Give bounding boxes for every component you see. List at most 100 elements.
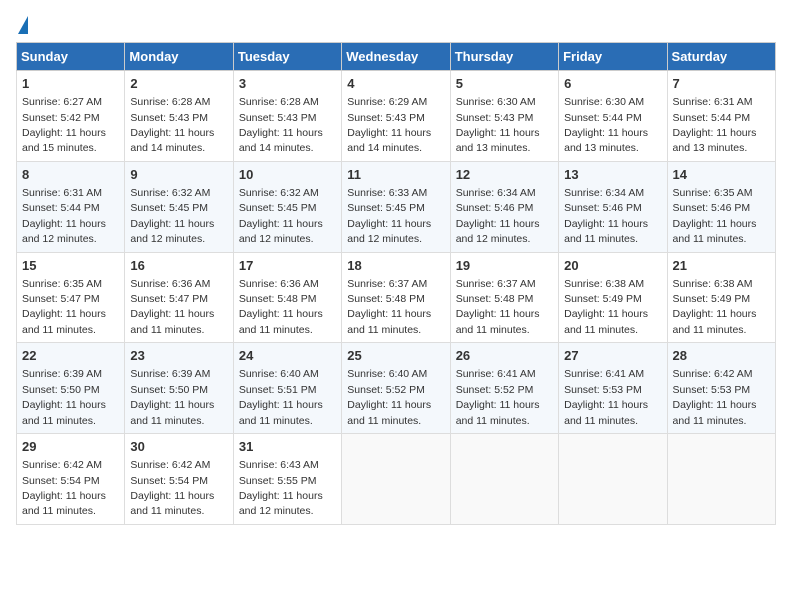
day-cell: 25 Sunrise: 6:40 AMSunset: 5:52 PMDaylig… — [342, 343, 450, 434]
day-cell: 23 Sunrise: 6:39 AMSunset: 5:50 PMDaylig… — [125, 343, 233, 434]
day-info: Sunrise: 6:42 AMSunset: 5:54 PMDaylight:… — [130, 459, 214, 517]
logo-triangle-icon — [18, 16, 28, 34]
day-info: Sunrise: 6:39 AMSunset: 5:50 PMDaylight:… — [130, 368, 214, 426]
day-info: Sunrise: 6:28 AMSunset: 5:43 PMDaylight:… — [130, 96, 214, 154]
day-cell — [342, 434, 450, 525]
day-number: 14 — [673, 166, 770, 184]
day-cell: 26 Sunrise: 6:41 AMSunset: 5:52 PMDaylig… — [450, 343, 558, 434]
day-number: 12 — [456, 166, 553, 184]
day-number: 9 — [130, 166, 227, 184]
header-cell-friday: Friday — [559, 43, 667, 71]
day-cell: 22 Sunrise: 6:39 AMSunset: 5:50 PMDaylig… — [17, 343, 125, 434]
day-number: 11 — [347, 166, 444, 184]
header-row: SundayMondayTuesdayWednesdayThursdayFrid… — [17, 43, 776, 71]
day-info: Sunrise: 6:35 AMSunset: 5:47 PMDaylight:… — [22, 278, 106, 336]
day-info: Sunrise: 6:36 AMSunset: 5:47 PMDaylight:… — [130, 278, 214, 336]
day-info: Sunrise: 6:34 AMSunset: 5:46 PMDaylight:… — [564, 187, 648, 245]
day-number: 18 — [347, 257, 444, 275]
day-cell: 28 Sunrise: 6:42 AMSunset: 5:53 PMDaylig… — [667, 343, 775, 434]
day-cell: 15 Sunrise: 6:35 AMSunset: 5:47 PMDaylig… — [17, 252, 125, 343]
day-cell: 20 Sunrise: 6:38 AMSunset: 5:49 PMDaylig… — [559, 252, 667, 343]
day-info: Sunrise: 6:43 AMSunset: 5:55 PMDaylight:… — [239, 459, 323, 517]
day-cell: 12 Sunrise: 6:34 AMSunset: 5:46 PMDaylig… — [450, 161, 558, 252]
day-number: 23 — [130, 347, 227, 365]
day-info: Sunrise: 6:42 AMSunset: 5:53 PMDaylight:… — [673, 368, 757, 426]
day-info: Sunrise: 6:34 AMSunset: 5:46 PMDaylight:… — [456, 187, 540, 245]
week-row-5: 29 Sunrise: 6:42 AMSunset: 5:54 PMDaylig… — [17, 434, 776, 525]
day-cell: 4 Sunrise: 6:29 AMSunset: 5:43 PMDayligh… — [342, 71, 450, 162]
day-info: Sunrise: 6:37 AMSunset: 5:48 PMDaylight:… — [347, 278, 431, 336]
day-number: 24 — [239, 347, 336, 365]
day-info: Sunrise: 6:42 AMSunset: 5:54 PMDaylight:… — [22, 459, 106, 517]
day-cell — [667, 434, 775, 525]
day-info: Sunrise: 6:37 AMSunset: 5:48 PMDaylight:… — [456, 278, 540, 336]
day-number: 13 — [564, 166, 661, 184]
calendar-table: SundayMondayTuesdayWednesdayThursdayFrid… — [16, 42, 776, 525]
day-info: Sunrise: 6:41 AMSunset: 5:52 PMDaylight:… — [456, 368, 540, 426]
day-number: 22 — [22, 347, 119, 365]
day-info: Sunrise: 6:36 AMSunset: 5:48 PMDaylight:… — [239, 278, 323, 336]
day-cell — [450, 434, 558, 525]
day-cell: 27 Sunrise: 6:41 AMSunset: 5:53 PMDaylig… — [559, 343, 667, 434]
day-number: 4 — [347, 75, 444, 93]
day-cell: 8 Sunrise: 6:31 AMSunset: 5:44 PMDayligh… — [17, 161, 125, 252]
day-number: 21 — [673, 257, 770, 275]
calendar-body: 1 Sunrise: 6:27 AMSunset: 5:42 PMDayligh… — [17, 71, 776, 525]
day-cell: 31 Sunrise: 6:43 AMSunset: 5:55 PMDaylig… — [233, 434, 341, 525]
day-cell — [559, 434, 667, 525]
day-cell: 11 Sunrise: 6:33 AMSunset: 5:45 PMDaylig… — [342, 161, 450, 252]
header-cell-tuesday: Tuesday — [233, 43, 341, 71]
header-cell-sunday: Sunday — [17, 43, 125, 71]
day-cell: 17 Sunrise: 6:36 AMSunset: 5:48 PMDaylig… — [233, 252, 341, 343]
day-number: 6 — [564, 75, 661, 93]
day-info: Sunrise: 6:40 AMSunset: 5:51 PMDaylight:… — [239, 368, 323, 426]
day-cell: 21 Sunrise: 6:38 AMSunset: 5:49 PMDaylig… — [667, 252, 775, 343]
day-number: 30 — [130, 438, 227, 456]
day-number: 10 — [239, 166, 336, 184]
day-number: 5 — [456, 75, 553, 93]
day-cell: 2 Sunrise: 6:28 AMSunset: 5:43 PMDayligh… — [125, 71, 233, 162]
day-number: 19 — [456, 257, 553, 275]
day-number: 29 — [22, 438, 119, 456]
day-number: 31 — [239, 438, 336, 456]
day-info: Sunrise: 6:38 AMSunset: 5:49 PMDaylight:… — [673, 278, 757, 336]
day-info: Sunrise: 6:28 AMSunset: 5:43 PMDaylight:… — [239, 96, 323, 154]
day-info: Sunrise: 6:33 AMSunset: 5:45 PMDaylight:… — [347, 187, 431, 245]
week-row-4: 22 Sunrise: 6:39 AMSunset: 5:50 PMDaylig… — [17, 343, 776, 434]
day-cell: 16 Sunrise: 6:36 AMSunset: 5:47 PMDaylig… — [125, 252, 233, 343]
page-header — [16, 16, 776, 34]
day-info: Sunrise: 6:40 AMSunset: 5:52 PMDaylight:… — [347, 368, 431, 426]
day-cell: 13 Sunrise: 6:34 AMSunset: 5:46 PMDaylig… — [559, 161, 667, 252]
day-cell: 19 Sunrise: 6:37 AMSunset: 5:48 PMDaylig… — [450, 252, 558, 343]
day-number: 28 — [673, 347, 770, 365]
day-info: Sunrise: 6:30 AMSunset: 5:44 PMDaylight:… — [564, 96, 648, 154]
day-info: Sunrise: 6:38 AMSunset: 5:49 PMDaylight:… — [564, 278, 648, 336]
day-info: Sunrise: 6:30 AMSunset: 5:43 PMDaylight:… — [456, 96, 540, 154]
day-cell: 5 Sunrise: 6:30 AMSunset: 5:43 PMDayligh… — [450, 71, 558, 162]
day-number: 25 — [347, 347, 444, 365]
week-row-3: 15 Sunrise: 6:35 AMSunset: 5:47 PMDaylig… — [17, 252, 776, 343]
day-number: 1 — [22, 75, 119, 93]
day-info: Sunrise: 6:39 AMSunset: 5:50 PMDaylight:… — [22, 368, 106, 426]
day-number: 20 — [564, 257, 661, 275]
day-info: Sunrise: 6:29 AMSunset: 5:43 PMDaylight:… — [347, 96, 431, 154]
day-number: 27 — [564, 347, 661, 365]
day-cell: 9 Sunrise: 6:32 AMSunset: 5:45 PMDayligh… — [125, 161, 233, 252]
day-number: 15 — [22, 257, 119, 275]
calendar-header: SundayMondayTuesdayWednesdayThursdayFrid… — [17, 43, 776, 71]
day-info: Sunrise: 6:32 AMSunset: 5:45 PMDaylight:… — [130, 187, 214, 245]
header-cell-wednesday: Wednesday — [342, 43, 450, 71]
day-info: Sunrise: 6:31 AMSunset: 5:44 PMDaylight:… — [22, 187, 106, 245]
day-number: 17 — [239, 257, 336, 275]
day-number: 2 — [130, 75, 227, 93]
header-cell-saturday: Saturday — [667, 43, 775, 71]
day-number: 8 — [22, 166, 119, 184]
day-number: 16 — [130, 257, 227, 275]
week-row-1: 1 Sunrise: 6:27 AMSunset: 5:42 PMDayligh… — [17, 71, 776, 162]
logo — [16, 16, 28, 34]
header-cell-thursday: Thursday — [450, 43, 558, 71]
day-info: Sunrise: 6:31 AMSunset: 5:44 PMDaylight:… — [673, 96, 757, 154]
day-info: Sunrise: 6:41 AMSunset: 5:53 PMDaylight:… — [564, 368, 648, 426]
day-cell: 7 Sunrise: 6:31 AMSunset: 5:44 PMDayligh… — [667, 71, 775, 162]
day-cell: 24 Sunrise: 6:40 AMSunset: 5:51 PMDaylig… — [233, 343, 341, 434]
